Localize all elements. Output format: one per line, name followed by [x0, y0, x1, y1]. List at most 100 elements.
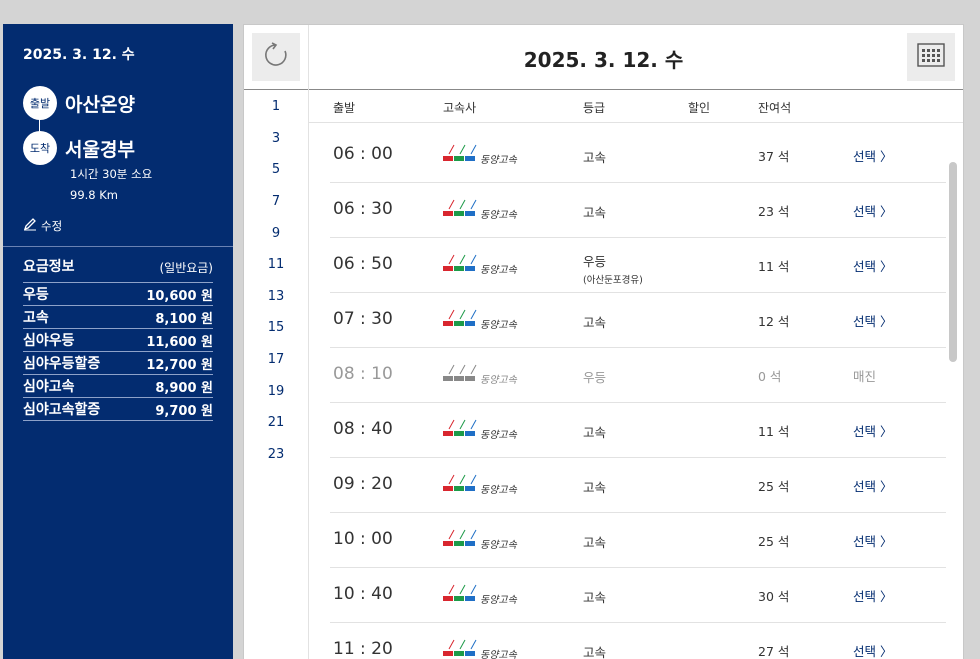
- calendar-button[interactable]: [907, 33, 955, 81]
- schedule-panel: 2025. 3. 12. 수 1 3 5 7 9 11 13 15 17 19 21 23: [243, 24, 964, 659]
- remaining-seats: 27 석: [758, 644, 790, 659]
- hour-link[interactable]: 7: [244, 186, 308, 218]
- bus-company-icon: [443, 364, 477, 386]
- departure-badge: 출발: [23, 86, 57, 120]
- select-button[interactable]: 선택 〉: [853, 146, 892, 165]
- depart-time: 08 : 10: [333, 364, 393, 384]
- pencil-icon: [23, 217, 37, 234]
- select-button[interactable]: 선택 〉: [853, 256, 892, 275]
- remaining-seats: 11 석: [758, 424, 790, 439]
- bus-company-icon: [443, 474, 477, 496]
- hour-link[interactable]: 15: [244, 312, 308, 344]
- refresh-button[interactable]: [252, 33, 300, 81]
- hour-link[interactable]: 3: [244, 123, 308, 155]
- grade-label: 고속: [583, 480, 607, 495]
- schedule-row: 06 : 30 동양고속 고속 23 석 선택 〉: [330, 183, 946, 238]
- travel-duration: 1시간 30분 소요: [70, 167, 153, 181]
- grade-label: 고속: [583, 535, 607, 550]
- company-name: 동양고속: [480, 375, 517, 386]
- bus-company-icon: [443, 584, 477, 606]
- depart-time: 09 : 20: [333, 474, 393, 494]
- remaining-seats: 37 석: [758, 149, 790, 164]
- company-logo: 동양고속: [443, 419, 517, 441]
- grade-label: 고속: [583, 425, 607, 440]
- company-name: 동양고속: [480, 430, 517, 441]
- remaining-seats: 30 석: [758, 589, 790, 604]
- depart-time: 11 : 20: [333, 639, 393, 659]
- grade: 고속: [583, 312, 606, 331]
- grade: 고속: [583, 202, 606, 221]
- select-button[interactable]: 선택 〉: [853, 531, 892, 550]
- col-company: 고속사: [443, 101, 477, 115]
- col-seats: 잔여석: [758, 101, 792, 115]
- bus-company-icon: [443, 254, 477, 276]
- bus-company-icon: [443, 144, 477, 166]
- fare-list: 우등 10,600 원 고속 8,100 원 심야우등 11,600 원 심야우등할증…: [23, 283, 213, 421]
- remaining-seats: 0 석: [758, 369, 782, 384]
- hour-link[interactable]: 23: [244, 439, 308, 471]
- company-name: 동양고속: [480, 320, 517, 331]
- schedule-row: 10 : 00 동양고속 고속 25 석 선택 〉: [330, 513, 946, 568]
- select-button[interactable]: 선택 〉: [853, 641, 892, 659]
- scrollbar[interactable]: [949, 162, 957, 362]
- depart-time: 07 : 30: [333, 309, 393, 329]
- hour-link[interactable]: 5: [244, 154, 308, 186]
- arrival-badge: 도착: [23, 131, 57, 165]
- fare-row: 심야고속 8,900 원: [23, 375, 213, 398]
- depart-time: 06 : 30: [333, 199, 393, 219]
- hour-link[interactable]: 21: [244, 407, 308, 439]
- bus-company-icon: [443, 419, 477, 441]
- depart-time: 06 : 00: [333, 144, 393, 164]
- hour-link[interactable]: 11: [244, 249, 308, 281]
- grade-label: 고속: [583, 645, 607, 659]
- col-grade: 등급: [583, 101, 606, 115]
- schedule-row: 07 : 30 동양고속 고속 12 석 선택 〉: [330, 293, 946, 348]
- remaining-seats: 11 석: [758, 259, 790, 274]
- grade: 고속: [583, 147, 606, 166]
- grade-label: 고속: [583, 205, 607, 220]
- company-logo: 동양고속: [443, 474, 517, 496]
- company-name: 동양고속: [480, 650, 517, 659]
- refresh-icon: [263, 42, 289, 72]
- fare-name: 심야고속할증: [23, 402, 101, 418]
- grade-route-note: (아산둔포경유): [583, 275, 643, 286]
- route-summary-panel: 2025. 3. 12. 수 출발 아산온양 도착 서울경부 1시간 30분 소…: [3, 24, 233, 659]
- schedule-list: 06 : 00 동양고속 고속 37 석 선택 〉 06 : 30 동양고속 고…: [330, 128, 946, 659]
- hour-link[interactable]: 17: [244, 344, 308, 376]
- schedule-header: 2025. 3. 12. 수: [244, 25, 963, 90]
- fare-price: 8,900 원: [155, 380, 213, 396]
- company-name: 동양고속: [480, 485, 517, 496]
- hour-link[interactable]: 1: [244, 91, 308, 123]
- select-button[interactable]: 선택 〉: [853, 586, 892, 605]
- fare-row: 심야우등할증 12,700 원: [23, 352, 213, 375]
- select-button[interactable]: 선택 〉: [853, 311, 892, 330]
- hour-link[interactable]: 9: [244, 217, 308, 249]
- hour-link[interactable]: 13: [244, 281, 308, 313]
- app-frame: 2025. 3. 12. 수 출발 아산온양 도착 서울경부 1시간 30분 소…: [0, 0, 980, 659]
- remaining-seats: 25 석: [758, 479, 790, 494]
- fare-name: 심야우등: [23, 333, 75, 349]
- schedule-row: 09 : 20 동양고속 고속 25 석 선택 〉: [330, 458, 946, 513]
- grade-label: 고속: [583, 315, 607, 330]
- company-logo: 동양고속: [443, 529, 517, 551]
- schedule-row: 08 : 10 동양고속 우등 0 석 매진: [330, 348, 946, 403]
- col-discount: 할인: [688, 101, 711, 115]
- depart-time: 08 : 40: [333, 419, 393, 439]
- bus-company-icon: [443, 639, 477, 659]
- fare-row: 우등 10,600 원: [23, 283, 213, 306]
- bus-company-icon: [443, 309, 477, 331]
- fare-price: 8,100 원: [155, 311, 213, 327]
- schedule-row: 11 : 20 동양고속 고속 27 석 선택 〉: [330, 623, 946, 659]
- grade: 우등 (아산둔포경유): [583, 251, 643, 286]
- edit-route-button[interactable]: 수정: [23, 217, 62, 234]
- remaining-seats: 25 석: [758, 534, 790, 549]
- company-name: 동양고속: [480, 155, 517, 166]
- select-button[interactable]: 선택 〉: [853, 421, 892, 440]
- select-button[interactable]: 선택 〉: [853, 201, 892, 220]
- hour-link[interactable]: 19: [244, 375, 308, 407]
- fare-title: 요금정보: [23, 259, 75, 275]
- select-button[interactable]: 선택 〉: [853, 476, 892, 495]
- grade-label: 우등: [583, 370, 607, 385]
- fare-name: 심야고속: [23, 379, 75, 395]
- fare-row: 고속 8,100 원: [23, 306, 213, 329]
